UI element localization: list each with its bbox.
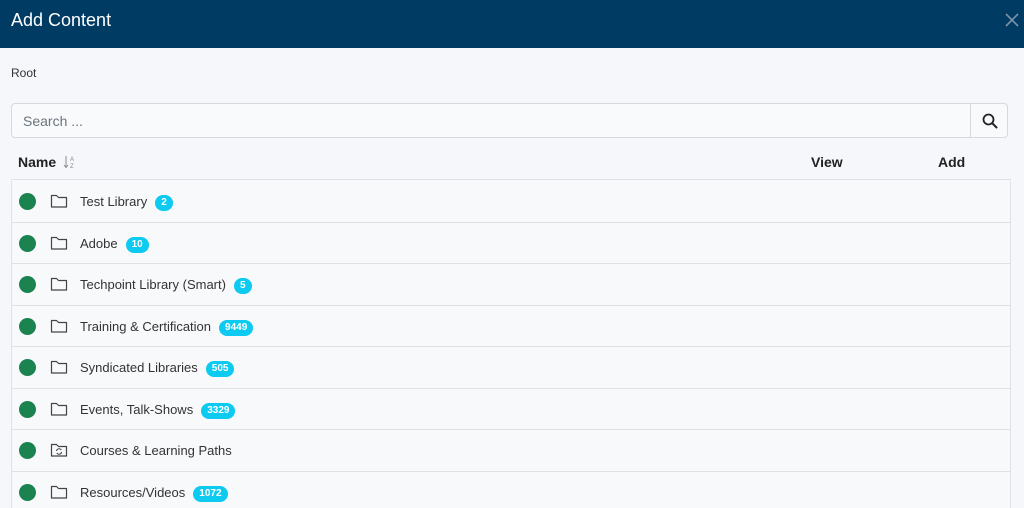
status-dot xyxy=(19,359,36,376)
list-item-title: Syndicated Libraries xyxy=(80,360,198,375)
column-header-view: View xyxy=(811,154,843,170)
list-item-title: Adobe xyxy=(80,235,118,251)
list-item-label: Training & Certification 9449 xyxy=(80,318,254,336)
column-header-add: Add xyxy=(938,154,966,170)
count-badge: 505 xyxy=(205,361,235,377)
column-header-name[interactable]: Name xyxy=(18,154,56,171)
search-bar xyxy=(11,103,1008,138)
status-dot xyxy=(19,276,36,293)
list-item[interactable]: Resources/Videos 1072 xyxy=(11,471,1011,508)
folder-icon xyxy=(50,401,68,417)
folder-icon xyxy=(50,193,68,209)
list-item-label: Test Library 2 xyxy=(80,194,173,211)
list-item[interactable]: Adobe 10 xyxy=(11,222,1011,264)
count-badge: 3329 xyxy=(201,402,236,419)
status-dot xyxy=(19,442,36,459)
status-dot xyxy=(19,317,36,335)
svg-text:A: A xyxy=(70,157,74,163)
status-dot xyxy=(19,193,36,210)
count-badge: 1072 xyxy=(193,485,228,502)
modal-header: Add Content xyxy=(0,0,1024,48)
list-item[interactable]: Events, Talk-Shows 3329 xyxy=(11,388,1011,430)
search-button[interactable] xyxy=(970,104,1008,137)
modal-title: Add Content xyxy=(11,10,112,30)
list-item-label: Adobe 10 xyxy=(80,236,149,253)
svg-text:Z: Z xyxy=(70,164,74,170)
folder-icon xyxy=(50,318,68,334)
list-item-title: Courses & Learning Paths xyxy=(80,443,232,458)
list-item[interactable]: Test Library 2 xyxy=(11,181,1011,223)
count-badge: 2 xyxy=(155,195,173,211)
status-dot xyxy=(19,483,36,501)
status-dot xyxy=(19,400,36,418)
list-item-title: Techpoint Library (Smart) xyxy=(80,277,226,292)
count-badge: 9449 xyxy=(219,319,254,336)
status-dot xyxy=(19,234,36,252)
list-item-title: Events, Talk-Shows xyxy=(80,401,194,417)
breadcrumb-root[interactable]: Root xyxy=(11,66,36,80)
list-item[interactable]: Syndicated Libraries 505 xyxy=(11,347,1011,389)
list-item-title: Test Library xyxy=(80,194,148,209)
content-list: Test Library 2 Adobe 10 Techpoint Library (S… xyxy=(11,181,1011,508)
close-button[interactable] xyxy=(1002,10,1022,30)
list-item[interactable]: Techpoint Library (Smart) 5 xyxy=(11,264,1011,306)
list-item[interactable]: Training & Certification 9449 xyxy=(11,305,1011,347)
list-item-label: Resources/Videos 1072 xyxy=(80,485,228,502)
list-item-label: Courses & Learning Paths xyxy=(80,443,232,459)
folder-icon xyxy=(50,235,68,251)
folder-icon xyxy=(50,359,68,375)
list-item-label: Syndicated Libraries 505 xyxy=(80,360,235,377)
table-header: Name A Z View Add xyxy=(11,146,1011,180)
search-input[interactable] xyxy=(12,104,970,137)
search-icon xyxy=(982,113,997,128)
list-item[interactable]: Courses & Learning Paths xyxy=(11,430,1011,472)
synced-folder-icon xyxy=(50,442,68,458)
count-badge: 10 xyxy=(125,236,149,253)
folder-icon xyxy=(50,276,68,292)
close-icon xyxy=(1005,13,1019,27)
count-badge: 5 xyxy=(233,278,252,294)
folder-icon xyxy=(50,484,68,500)
list-item-label: Techpoint Library (Smart) 5 xyxy=(80,277,252,294)
list-item-title: Resources/Videos xyxy=(80,484,186,500)
list-item-label: Events, Talk-Shows 3329 xyxy=(80,401,236,419)
sort-icon[interactable]: A Z xyxy=(63,154,77,170)
list-item-title: Training & Certification xyxy=(80,318,212,334)
